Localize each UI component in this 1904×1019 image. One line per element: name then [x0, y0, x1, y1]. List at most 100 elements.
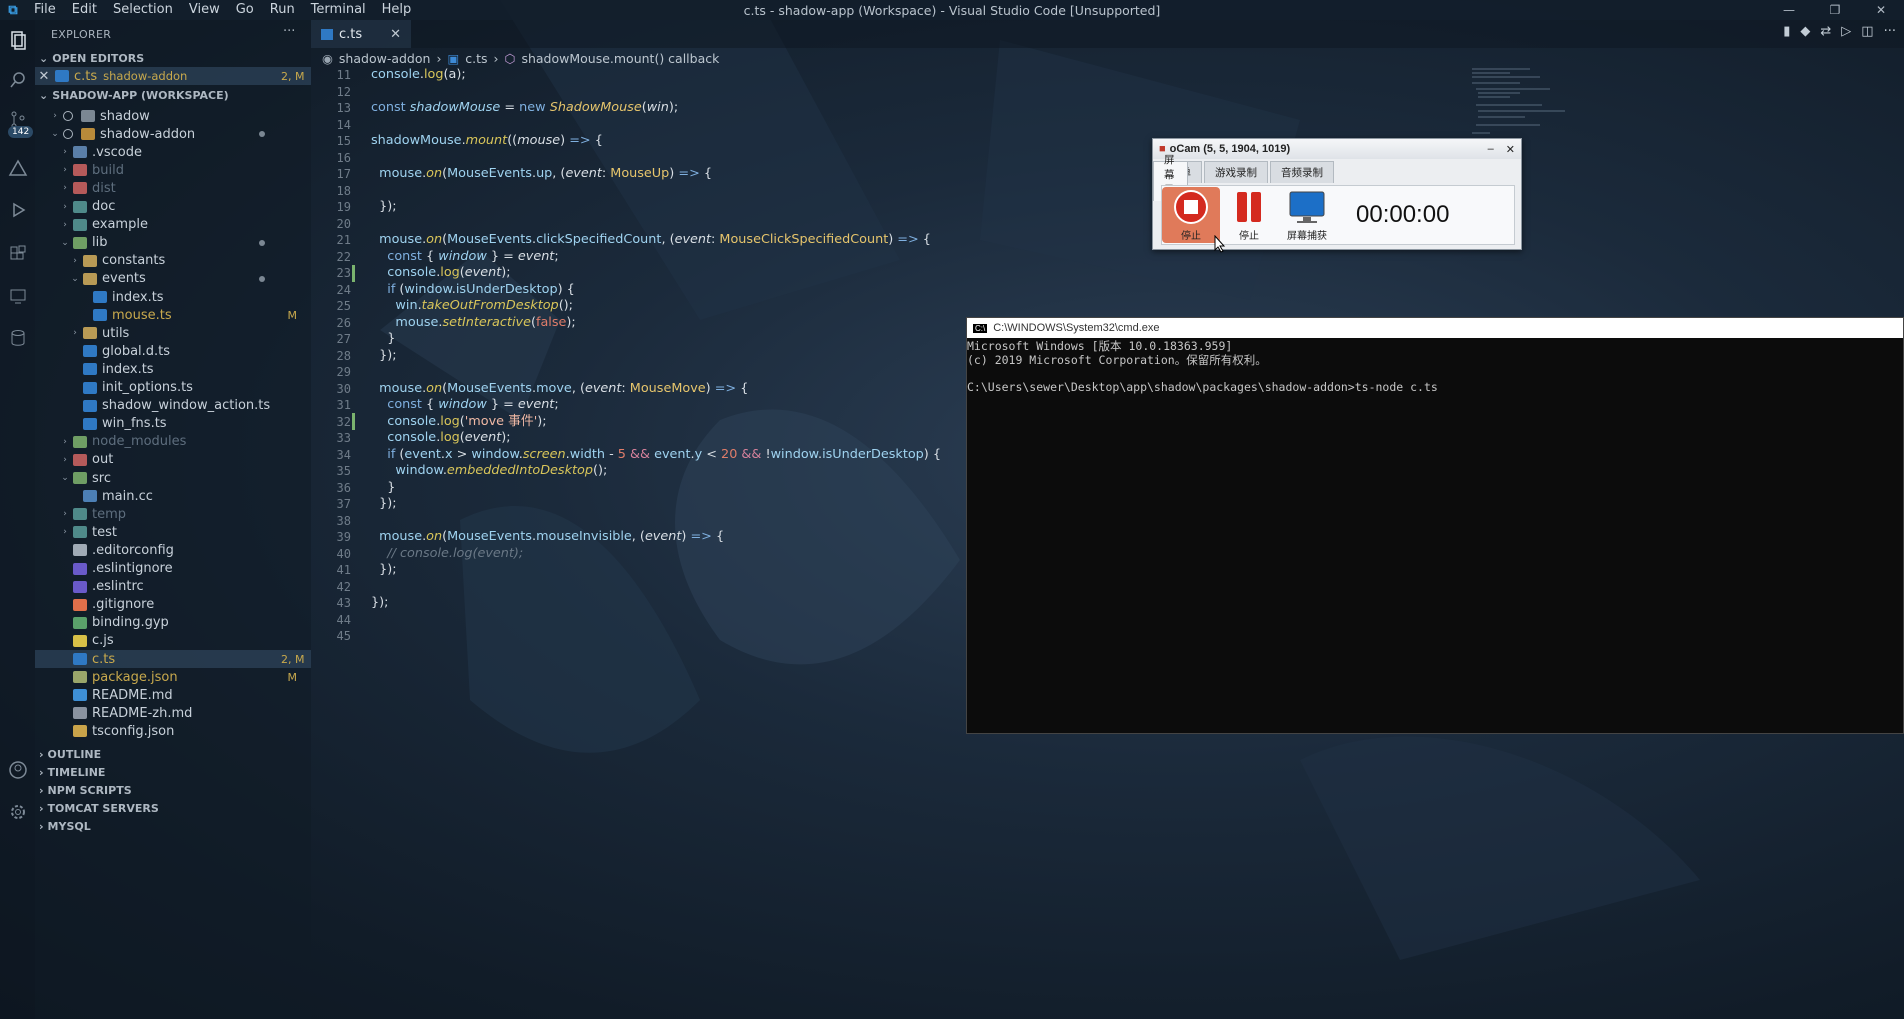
- compare-icon[interactable]: ⇄: [1820, 24, 1831, 39]
- split-editor-icon[interactable]: ◫: [1861, 24, 1873, 39]
- minimize-icon[interactable]: —: [1766, 0, 1812, 20]
- run-icon[interactable]: ▷: [1841, 24, 1851, 39]
- clipboard-icon[interactable]: ▮: [1783, 24, 1790, 39]
- line-number: 36: [336, 480, 351, 495]
- tree-item[interactable]: .eslintrc: [35, 578, 311, 596]
- mysql-section[interactable]: › MYSQL: [39, 817, 91, 835]
- menu-edit[interactable]: Edit: [64, 0, 105, 20]
- tree-item-label: tsconfig.json: [92, 723, 175, 739]
- tree-item[interactable]: c.ts 2, M: [35, 650, 311, 668]
- tree-item-label: events: [102, 271, 146, 287]
- tree-item[interactable]: index.ts: [35, 360, 311, 378]
- explorer-header: EXPLORER: [51, 28, 112, 41]
- tab-c-ts[interactable]: c.ts ✕: [311, 20, 411, 48]
- close-icon[interactable]: ✕: [1858, 0, 1904, 20]
- more-actions-icon[interactable]: ···: [283, 24, 295, 39]
- tree-item[interactable]: binding.gyp: [35, 614, 311, 632]
- tree-item[interactable]: init_options.ts: [35, 379, 311, 397]
- chevron-right-icon: ›: [63, 219, 67, 230]
- restore-icon[interactable]: ❐: [1812, 0, 1858, 20]
- tree-item[interactable]: .gitignore: [35, 596, 311, 614]
- open-editors-section[interactable]: ⌄ OPEN EDITORS: [39, 49, 144, 67]
- close-tab-icon[interactable]: ✕: [390, 27, 401, 42]
- tree-item[interactable]: › build: [35, 161, 311, 179]
- file-icon: [73, 580, 87, 593]
- explorer-icon[interactable]: [0, 20, 35, 60]
- ocam-tab-game-record[interactable]: 游戏录制: [1204, 161, 1268, 183]
- minimap[interactable]: [1470, 67, 1570, 137]
- tree-item[interactable]: README.md: [35, 686, 311, 704]
- tree-item[interactable]: tsconfig.json: [35, 722, 311, 740]
- tree-item-label: binding.gyp: [92, 615, 169, 631]
- tree-item[interactable]: README-zh.md: [35, 704, 311, 722]
- screen-capture-button[interactable]: 屏幕捕获: [1278, 187, 1336, 243]
- breadcrumb-file[interactable]: c.ts: [465, 51, 487, 66]
- timeline-section[interactable]: › TIMELINE: [39, 763, 105, 781]
- menu-help[interactable]: Help: [374, 0, 420, 20]
- close-icon[interactable]: ✕: [1506, 143, 1515, 156]
- tree-item[interactable]: ⌄ lib: [35, 234, 311, 252]
- run-debug-icon[interactable]: [0, 190, 35, 230]
- editor-tab-bar: c.ts ✕ ▮ ◆ ⇄ ▷ ◫ ···: [311, 20, 1904, 48]
- database-icon[interactable]: [0, 318, 35, 358]
- tree-item[interactable]: › utils: [35, 324, 311, 342]
- cmd-window[interactable]: C:\ C:\WINDOWS\System32\cmd.exe Microsof…: [966, 317, 1904, 734]
- workspace-section[interactable]: ⌄ SHADOW-APP (WORKSPACE): [39, 86, 229, 104]
- tree-item[interactable]: › doc: [35, 198, 311, 216]
- tree-item[interactable]: .eslintignore: [35, 560, 311, 578]
- menu-file[interactable]: File: [26, 0, 64, 20]
- search-icon[interactable]: [0, 60, 35, 100]
- file-icon: [73, 562, 87, 575]
- open-editor-item[interactable]: ✕ c.ts shadow-addon 2, M: [35, 67, 311, 85]
- tree-item[interactable]: global.d.ts: [35, 342, 311, 360]
- typescript-file-icon: [55, 70, 69, 82]
- stop-record-button[interactable]: 停止: [1162, 187, 1220, 243]
- tree-item[interactable]: › out: [35, 451, 311, 469]
- tree-item[interactable]: mouse.ts M: [35, 306, 311, 324]
- git-icon[interactable]: ◆: [1800, 24, 1810, 39]
- tree-item[interactable]: ⌄ src: [35, 469, 311, 487]
- extensions-icon[interactable]: [0, 234, 35, 274]
- tree-item[interactable]: › example: [35, 216, 311, 234]
- close-editor-icon[interactable]: ✕: [35, 69, 53, 84]
- pause-record-button[interactable]: 停止: [1220, 187, 1278, 243]
- code-editor[interactable]: console.log(a); const shadowMouse = new …: [371, 67, 941, 645]
- warning-icon[interactable]: [0, 148, 35, 188]
- more-actions-icon[interactable]: ···: [1884, 24, 1896, 39]
- tree-item[interactable]: › test: [35, 523, 311, 541]
- tree-item[interactable]: › temp: [35, 505, 311, 523]
- tree-item[interactable]: c.js: [35, 632, 311, 650]
- tree-item[interactable]: › shadow: [35, 107, 311, 125]
- code-line: const { window } = event;: [387, 248, 559, 264]
- breadcrumb-symbol[interactable]: shadowMouse.mount() callback: [521, 51, 719, 66]
- tree-item[interactable]: main.cc: [35, 487, 311, 505]
- settings-gear-icon[interactable]: [0, 792, 35, 832]
- ocam-tab-audio-record[interactable]: 音频录制: [1270, 161, 1334, 183]
- npm-scripts-section[interactable]: › NPM SCRIPTS: [39, 781, 132, 799]
- breadcrumb-folder[interactable]: shadow-addon: [339, 51, 431, 66]
- menu-terminal[interactable]: Terminal: [303, 0, 374, 20]
- minimize-icon[interactable]: –: [1488, 143, 1494, 156]
- folder-icon: [83, 327, 97, 340]
- remote-explorer-icon[interactable]: [0, 276, 35, 316]
- tree-item[interactable]: › node_modules: [35, 433, 311, 451]
- tree-item[interactable]: › .vscode: [35, 143, 311, 161]
- menu-run[interactable]: Run: [262, 0, 303, 20]
- tree-item[interactable]: index.ts: [35, 288, 311, 306]
- menu-go[interactable]: Go: [228, 0, 262, 20]
- tree-item[interactable]: shadow_window_action.ts: [35, 397, 311, 415]
- tree-item[interactable]: ⌄ shadow-addon: [35, 125, 311, 143]
- tree-item[interactable]: › dist: [35, 179, 311, 197]
- tree-item[interactable]: .editorconfig: [35, 541, 311, 559]
- outline-section[interactable]: › OUTLINE: [39, 745, 101, 763]
- menu-selection[interactable]: Selection: [105, 0, 181, 20]
- menu-view[interactable]: View: [181, 0, 228, 20]
- tree-item[interactable]: › constants: [35, 252, 311, 270]
- account-icon[interactable]: [0, 750, 35, 790]
- tree-item[interactable]: win_fns.ts: [35, 415, 311, 433]
- code-line: });: [371, 595, 389, 610]
- tomcat-servers-section[interactable]: › TOMCAT SERVERS: [39, 799, 159, 817]
- tree-item[interactable]: ⌄ events: [35, 270, 311, 288]
- tree-item[interactable]: package.json M: [35, 668, 311, 686]
